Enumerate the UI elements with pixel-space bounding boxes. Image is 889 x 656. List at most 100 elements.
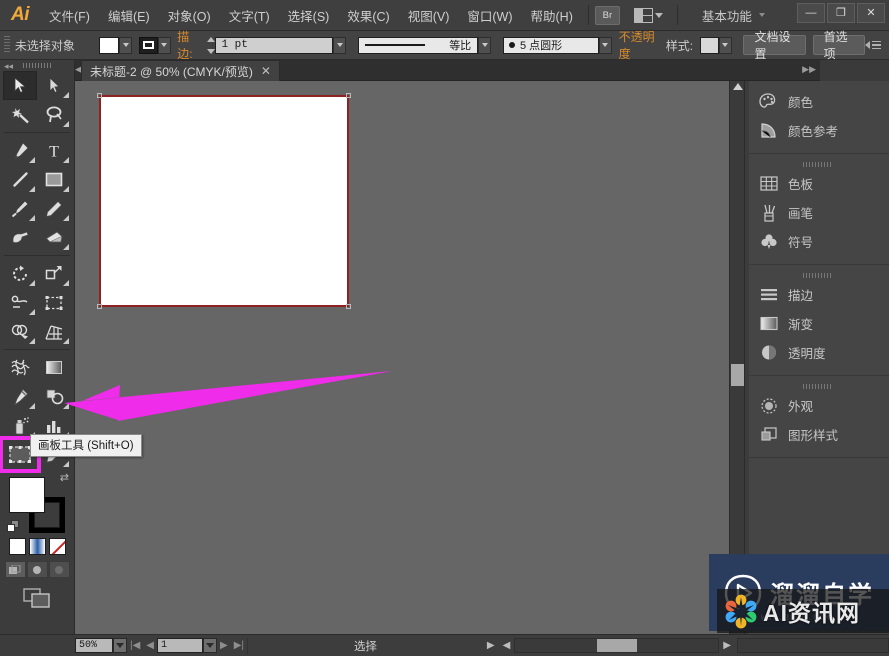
draw-behind-button[interactable] bbox=[26, 561, 48, 578]
hscroll-right-icon[interactable]: ▶ bbox=[719, 640, 735, 651]
fill-swatch-large[interactable] bbox=[9, 477, 45, 513]
menu-type[interactable]: 文字(T) bbox=[220, 0, 279, 31]
prev-artboard-icon[interactable]: ◀ bbox=[143, 640, 157, 651]
tool-eraser[interactable] bbox=[37, 223, 71, 252]
zoom-level-field[interactable]: 50% bbox=[75, 638, 113, 653]
panel-transparency[interactable]: 透明度 bbox=[745, 338, 889, 367]
tool-line-segment[interactable] bbox=[3, 165, 37, 194]
panel-color-guide[interactable]: 颜色参考 bbox=[745, 116, 889, 145]
profile-dropdown[interactable] bbox=[478, 36, 492, 54]
canvas-vertical-scrollbar[interactable] bbox=[729, 81, 744, 634]
draw-inside-button[interactable] bbox=[48, 561, 70, 578]
draw-normal-button[interactable] bbox=[4, 561, 26, 578]
tool-expand-triangle[interactable] bbox=[29, 309, 35, 315]
tool-expand-triangle[interactable] bbox=[29, 280, 35, 286]
tool-rectangle[interactable] bbox=[37, 165, 71, 194]
tool-expand-triangle[interactable] bbox=[63, 244, 69, 250]
tab-close-icon[interactable]: ✕ bbox=[261, 65, 271, 77]
menu-effect[interactable]: 效果(C) bbox=[338, 0, 398, 31]
tool-expand-triangle[interactable] bbox=[63, 92, 69, 98]
panel-stroke[interactable]: 描边 bbox=[745, 280, 889, 309]
tool-expand-triangle[interactable] bbox=[63, 403, 69, 409]
artboard-handle-tl[interactable] bbox=[97, 93, 102, 98]
tool-expand-triangle[interactable] bbox=[63, 157, 69, 163]
stroke-weight-dropdown[interactable] bbox=[333, 36, 347, 54]
tool-expand-triangle[interactable] bbox=[29, 403, 35, 409]
tool-expand-triangle[interactable] bbox=[29, 338, 35, 344]
stroke-weight-label[interactable]: 描边: bbox=[177, 28, 201, 63]
none-button[interactable] bbox=[48, 538, 66, 555]
first-artboard-icon[interactable]: |◀ bbox=[127, 640, 143, 651]
menu-help[interactable]: 帮助(H) bbox=[522, 0, 582, 31]
tool-rotate[interactable] bbox=[3, 259, 37, 288]
tool-expand-triangle[interactable] bbox=[63, 121, 69, 127]
document-setup-button[interactable]: 文档设置 bbox=[743, 30, 806, 61]
tool-magic-wand[interactable] bbox=[3, 100, 37, 129]
fill-color-swatch[interactable] bbox=[98, 36, 120, 54]
tool-pencil[interactable] bbox=[37, 194, 71, 223]
graphic-style-swatch[interactable] bbox=[699, 36, 719, 54]
arrange-documents-button[interactable] bbox=[633, 7, 663, 23]
status-menu-icon[interactable]: ▶ bbox=[483, 640, 499, 651]
stroke-weight-stepper[interactable] bbox=[207, 36, 216, 54]
menu-object[interactable]: 对象(O) bbox=[159, 0, 220, 31]
tool-type[interactable]: T bbox=[37, 136, 71, 165]
horizontal-scrollbar[interactable] bbox=[514, 638, 720, 653]
stroke-swatch-dropdown[interactable] bbox=[157, 36, 171, 54]
tool-expand-triangle[interactable] bbox=[63, 186, 69, 192]
tool-scale[interactable] bbox=[37, 259, 71, 288]
stroke-weight-field[interactable]: 1 pt bbox=[215, 36, 334, 54]
tool-direct-selection[interactable] bbox=[37, 71, 71, 100]
tool-shape-builder[interactable] bbox=[3, 317, 37, 346]
tool-expand-triangle[interactable] bbox=[63, 280, 69, 286]
tools-panel-grip[interactable]: ◂◂ bbox=[0, 60, 74, 71]
default-fill-stroke-icon[interactable] bbox=[7, 520, 20, 533]
panel-gradient[interactable]: 渐变 bbox=[745, 309, 889, 338]
graphic-style-dropdown[interactable] bbox=[718, 36, 732, 54]
panel-graphic-styles[interactable]: 图形样式 bbox=[745, 420, 889, 449]
scroll-up-icon[interactable] bbox=[733, 83, 743, 90]
brush-dropdown[interactable] bbox=[598, 36, 612, 54]
tool-free-transform[interactable] bbox=[37, 288, 71, 317]
panel-appearance[interactable]: 外观 bbox=[745, 391, 889, 420]
artboard-number-dropdown[interactable] bbox=[203, 638, 217, 653]
menu-view[interactable]: 视图(V) bbox=[399, 0, 459, 31]
tool-lasso[interactable] bbox=[37, 100, 71, 129]
workspace-switcher[interactable]: 基本功能 bbox=[702, 6, 752, 25]
tool-perspective-grid[interactable] bbox=[37, 317, 71, 346]
variable-width-profile-field[interactable]: 等比 bbox=[358, 36, 479, 54]
brush-definition-field[interactable]: 5 点圆形 bbox=[502, 36, 599, 54]
control-bar-overflow-menu[interactable] bbox=[865, 40, 881, 50]
tabbar-scroll-right-icon[interactable]: ▶▶ bbox=[802, 64, 816, 75]
panel-brushes[interactable]: 画笔 bbox=[745, 198, 889, 227]
control-bar-grip[interactable] bbox=[4, 36, 10, 54]
swap-fill-stroke-icon[interactable]: ⇄ bbox=[60, 471, 69, 484]
dock-group-grip-4[interactable] bbox=[745, 382, 889, 391]
tool-paintbrush[interactable] bbox=[3, 194, 37, 223]
menu-window[interactable]: 窗口(W) bbox=[458, 0, 521, 31]
panel-swatches[interactable]: 色板 bbox=[745, 169, 889, 198]
tool-selection[interactable] bbox=[3, 71, 37, 100]
dock-resize-handle[interactable] bbox=[745, 81, 749, 634]
tool-mesh[interactable] bbox=[3, 353, 37, 382]
tool-width[interactable] bbox=[3, 288, 37, 317]
color-button[interactable] bbox=[8, 538, 26, 555]
opacity-label[interactable]: 不透明度 bbox=[618, 28, 660, 63]
artboard-handle-tr[interactable] bbox=[346, 93, 351, 98]
artboard[interactable] bbox=[97, 93, 351, 309]
tool-eyedropper[interactable] bbox=[3, 382, 37, 411]
menu-file[interactable]: 文件(F) bbox=[40, 0, 99, 31]
panel-symbols[interactable]: 符号 bbox=[745, 227, 889, 256]
tool-pen[interactable] bbox=[3, 136, 37, 165]
menu-edit[interactable]: 编辑(E) bbox=[99, 0, 159, 31]
vertical-scroll-thumb[interactable] bbox=[731, 364, 744, 386]
tool-expand-triangle[interactable] bbox=[29, 215, 35, 221]
canvas-area[interactable] bbox=[75, 81, 744, 634]
document-tab[interactable]: 未标题-2 @ 50% (CMYK/预览) ✕ bbox=[81, 60, 280, 81]
minimize-button[interactable]: — bbox=[797, 3, 825, 23]
tool-expand-triangle[interactable] bbox=[63, 215, 69, 221]
hscroll-left-icon[interactable]: ◀ bbox=[499, 640, 515, 651]
maximize-button[interactable]: ❐ bbox=[827, 3, 855, 23]
tool-blend[interactable] bbox=[37, 382, 71, 411]
close-button[interactable]: ✕ bbox=[857, 3, 885, 23]
